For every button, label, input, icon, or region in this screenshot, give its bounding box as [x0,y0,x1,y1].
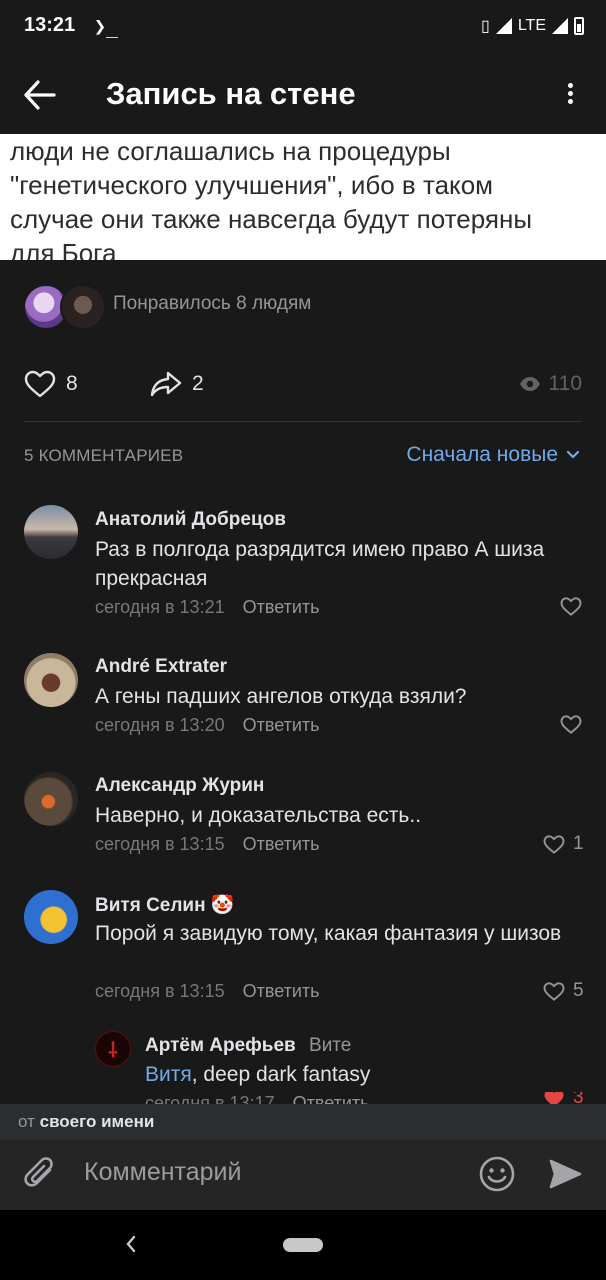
share-icon [150,371,182,397]
post-as-selector[interactable]: от своего имени [18,1112,154,1132]
comment-author[interactable]: Витя Селин 🤡 [95,893,235,917]
paperclip-icon [24,1157,53,1187]
arrow-left-icon [24,80,56,110]
comment-author-name: Витя Селин [95,895,206,916]
heart-icon [560,597,582,616]
more-menu-button[interactable] [558,80,582,110]
comment-like-button[interactable]: 1 [543,833,584,855]
mention-link[interactable]: Витя [145,1063,192,1086]
post-image-text: люди не соглашались на процедуры "генети… [10,136,533,260]
vibrate-icon: ▯ [481,18,490,35]
comment-author[interactable]: Анатолий Добрецов [95,509,286,531]
comment-like-button[interactable] [560,715,582,734]
comment-like-button[interactable]: 3 [543,1092,584,1104]
comment-meta: сегодня в 13:17 Ответить [145,1093,370,1104]
heart-icon [543,834,565,854]
comment-time: сегодня в 13:15 [95,834,225,854]
divider [24,421,582,422]
status-time: 13:21 [24,14,76,36]
from-name: своего имени [39,1112,155,1131]
signal-icon-2 [552,18,568,34]
reply-header: Артём Арефьев Вите [145,1035,351,1057]
liked-by-text[interactable]: Понравилось 8 людям [113,293,311,315]
comment-time: сегодня в 13:17 [145,1093,275,1104]
back-button[interactable] [22,78,62,112]
from-prefix: от [18,1112,35,1131]
send-icon [549,1159,582,1189]
sort-label: Сначала новые [406,443,558,466]
views-counter: 110 [519,372,582,396]
views-count: 110 [548,372,582,395]
reply-button[interactable]: Ответить [293,1093,370,1104]
comment-meta: сегодня в 13:15 Ответить [95,981,320,1002]
avatar[interactable] [24,890,78,944]
nav-back-button[interactable] [124,1234,138,1259]
clown-emoji-icon: 🤡 [210,895,235,916]
eye-icon [519,377,540,391]
comment-text: Раз в полгода разрядится имею право А ши… [95,538,545,590]
page-title: Запись на стене [106,76,356,111]
avatar[interactable] [24,505,78,559]
reply-to: Вите [309,1035,352,1056]
comment-text: Порой я завидую тому, какая фантазия у ш… [95,922,562,945]
signal-icon [495,18,512,34]
comment-text: А гены падших ангелов откуда взяли? [95,685,467,708]
comment-time: сегодня в 13:21 [95,597,225,617]
home-pill[interactable] [283,1238,323,1252]
reply-button[interactable]: Ответить [243,981,320,1002]
comment-author[interactable]: Александр Журин [95,775,264,797]
share-button[interactable]: 2 [150,370,204,398]
like-button[interactable]: 8 [24,370,78,398]
smile-icon [479,1156,515,1192]
heart-icon [24,370,56,398]
chevron-left-icon [126,1235,136,1253]
comment-text: Витя, deep dark fantasy [145,1060,585,1089]
comments-count: 5 КОММЕНТАРИЕВ [24,446,184,465]
reply-button[interactable]: Ответить [243,715,320,736]
more-vertical-icon [558,83,582,104]
heart-icon [560,715,582,734]
avatar[interactable] [24,653,78,707]
attach-button[interactable] [24,1156,58,1197]
send-button[interactable] [548,1157,582,1196]
status-indicators: ▯ LTE [481,16,584,36]
comment-meta: сегодня в 13:15 Ответить [95,834,320,855]
comment-author[interactable]: Артём Арефьев [145,1035,296,1056]
network-label: LTE [517,17,546,34]
like-count: 8 [66,372,78,395]
sort-dropdown[interactable]: Сначала новые [406,443,580,467]
status-bar: 13:21 ❯_ ▯ LTE [0,0,606,56]
comment-like-button[interactable]: 5 [543,980,584,1002]
comment-author[interactable]: André Extrater [95,656,227,678]
avatar[interactable]: ⸸ [95,1031,131,1067]
battery-icon [574,17,584,35]
comment-like-button[interactable] [560,597,582,616]
avatar[interactable] [24,772,78,826]
share-count: 2 [192,372,204,395]
comment-text-body: , deep dark fantasy [191,1063,371,1086]
comment-text: Наверно, и доказательства есть.. [95,804,422,827]
comment-meta: сегодня в 13:20 Ответить [95,715,320,736]
comment-like-count: 1 [573,833,584,854]
reply-button[interactable]: Ответить [243,597,320,618]
chevron-down-icon [566,450,580,459]
heart-filled-icon [544,1092,564,1104]
post-image[interactable]: люди не соглашались на процедуры "генети… [0,134,606,260]
comment-input[interactable]: Комментарий [84,1158,454,1187]
heart-icon [543,981,565,1001]
emoji-button[interactable] [478,1155,516,1198]
terminal-icon: ❯_ [94,14,119,38]
comment-time: сегодня в 13:15 [95,981,225,1001]
comment-meta: сегодня в 13:21 Ответить [95,597,320,618]
comment-time: сегодня в 13:20 [95,715,225,735]
comment-like-count: 5 [573,980,584,1001]
comment-like-count: 3 [573,1092,584,1104]
liker-avatar[interactable] [60,284,106,330]
reply-button[interactable]: Ответить [243,834,320,855]
